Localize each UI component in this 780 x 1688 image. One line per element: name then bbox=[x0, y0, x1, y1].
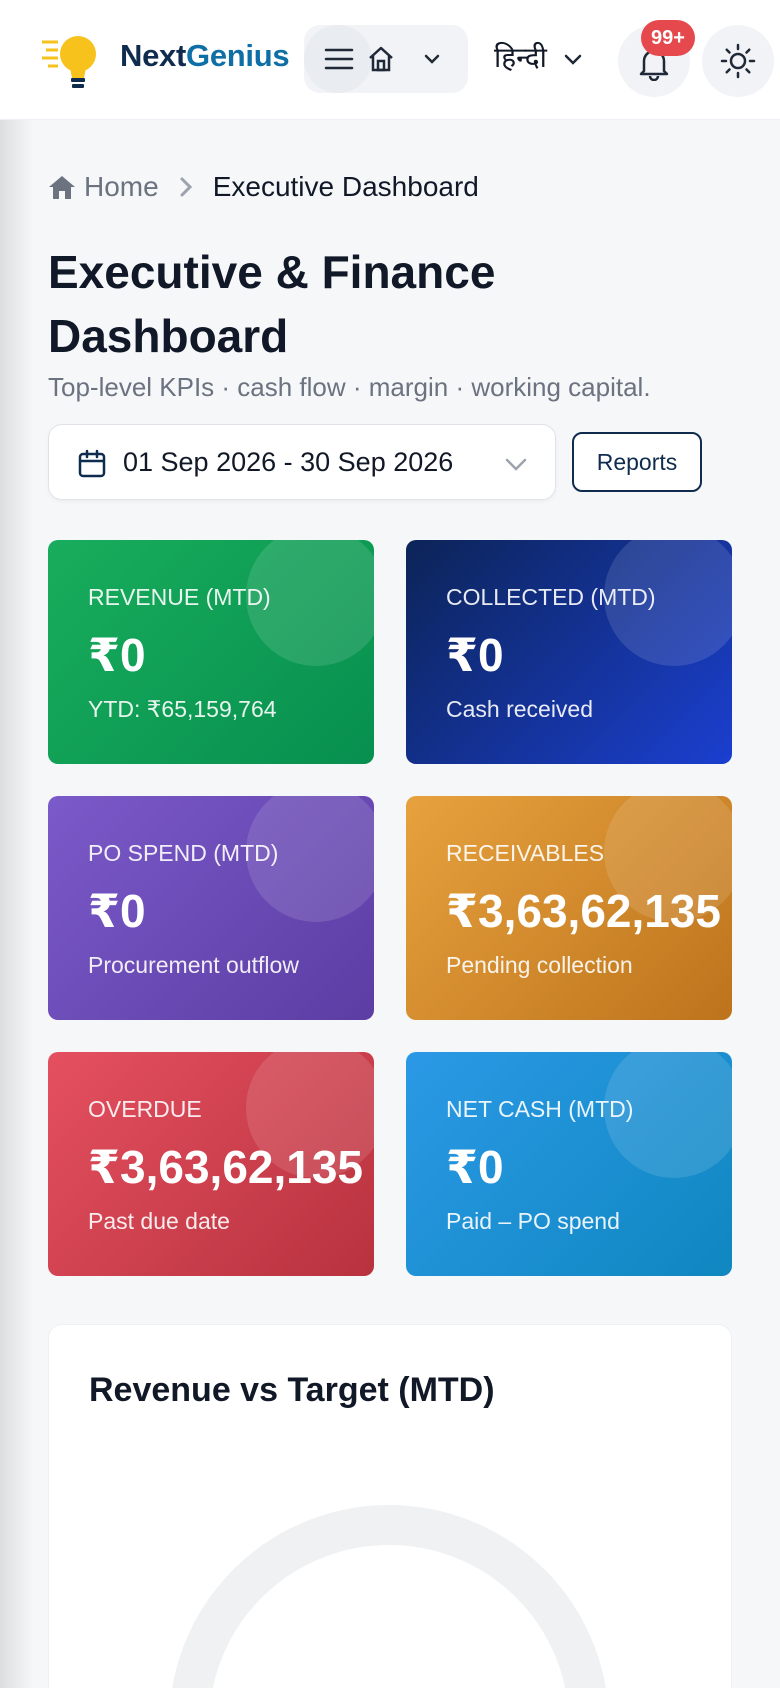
home-icon[interactable] bbox=[48, 173, 76, 201]
reports-button[interactable]: Reports bbox=[572, 432, 702, 492]
brand-name[interactable]: NextGenius bbox=[120, 38, 290, 74]
revenue-vs-target-panel: Revenue vs Target (MTD) bbox=[48, 1324, 732, 1688]
chevron-down-icon bbox=[505, 458, 527, 471]
lightbulb-logo-icon[interactable] bbox=[40, 28, 106, 94]
kpi-value: ₹0 bbox=[446, 629, 504, 681]
kpi-subtext: Paid – PO spend bbox=[446, 1208, 620, 1234]
chevron-down-icon[interactable] bbox=[562, 48, 584, 70]
breadcrumb: Home Executive Dashboard bbox=[48, 170, 479, 204]
chevron-down-icon[interactable] bbox=[422, 49, 442, 69]
kpi-subtext: YTD: ₹65,159,764 bbox=[88, 696, 277, 722]
kpi-subtext: Procurement outflow bbox=[88, 952, 299, 978]
breadcrumb-home-link[interactable]: Home bbox=[84, 171, 159, 203]
page-title: Executive & Finance Dashboard bbox=[48, 246, 496, 362]
kpi-value: ₹3,63,62,135 bbox=[88, 1141, 364, 1193]
kpi-label: RECEIVABLES bbox=[446, 840, 605, 866]
kpi-value: ₹0 bbox=[88, 885, 146, 937]
sun-icon bbox=[720, 43, 756, 79]
kpi-card-revenue[interactable]: REVENUE (MTD) ₹0 YTD: ₹65,159,764 bbox=[48, 540, 374, 764]
date-range-value: 01 Sep 2026 - 30 Sep 2026 bbox=[123, 447, 454, 477]
page-subtitle: Top-level KPIs · cash flow · margin · wo… bbox=[48, 372, 651, 402]
kpi-subtext: Cash received bbox=[446, 696, 594, 722]
kpi-card-collected[interactable]: COLLECTED (MTD) ₹0 Cash received bbox=[406, 540, 732, 764]
kpi-card-receivables[interactable]: RECEIVABLES ₹3,63,62,135 Pending collect… bbox=[406, 796, 732, 1020]
gauge-track bbox=[172, 1505, 606, 1688]
top-bar: NextGenius हिन्दी 99+ bbox=[0, 0, 780, 120]
kpi-label: COLLECTED (MTD) bbox=[446, 584, 656, 610]
kpi-label: OVERDUE bbox=[88, 1096, 202, 1122]
kpi-card-net-cash[interactable]: NET CASH (MTD) ₹0 Paid – PO spend bbox=[406, 1052, 732, 1276]
calendar-icon bbox=[78, 449, 106, 478]
revenue-gauge-chart bbox=[172, 1505, 606, 1688]
kpi-value: ₹0 bbox=[88, 629, 146, 681]
kpi-card-overdue[interactable]: OVERDUE ₹3,63,62,135 Past due date bbox=[48, 1052, 374, 1276]
hamburger-menu-icon bbox=[324, 48, 354, 70]
brand-name-part2: Genius bbox=[186, 38, 290, 73]
brand-name-part1: Next bbox=[120, 38, 186, 73]
nav-menu-pill[interactable] bbox=[304, 25, 468, 93]
kpi-label: NET CASH (MTD) bbox=[446, 1096, 634, 1122]
kpi-subtext: Past due date bbox=[88, 1208, 230, 1234]
page-edge-shadow bbox=[0, 0, 34, 1688]
kpi-label: REVENUE (MTD) bbox=[88, 584, 271, 610]
kpi-subtext: Pending collection bbox=[446, 952, 633, 978]
theme-toggle-button[interactable] bbox=[702, 25, 774, 97]
notification-count-badge: 99+ bbox=[641, 20, 695, 56]
kpi-card-po-spend[interactable]: PO SPEND (MTD) ₹0 Procurement outflow bbox=[48, 796, 374, 1020]
kpi-value: ₹0 bbox=[446, 1141, 504, 1193]
language-selector[interactable]: हिन्दी bbox=[494, 38, 547, 76]
date-range-picker[interactable]: 01 Sep 2026 - 30 Sep 2026 bbox=[48, 424, 556, 500]
kpi-label: PO SPEND (MTD) bbox=[88, 840, 279, 866]
kpi-value: ₹3,63,62,135 bbox=[446, 885, 722, 937]
home-icon[interactable] bbox=[366, 44, 396, 74]
chevron-right-icon bbox=[180, 177, 192, 197]
breadcrumb-current: Executive Dashboard bbox=[212, 171, 479, 202]
